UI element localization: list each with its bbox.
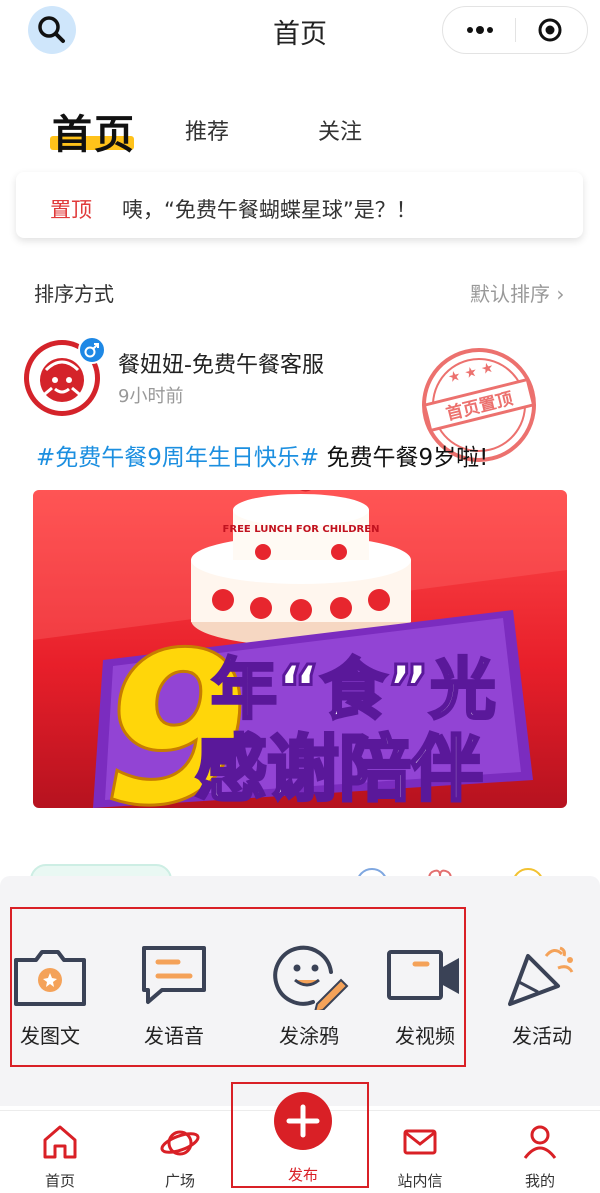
banner-line2: 感谢陪伴 [195,727,483,808]
post-time: 9小时前 [118,386,184,407]
post-content[interactable]: #免费午餐9周年生日快乐# 免费午餐9岁啦! [36,438,488,472]
nav-item-inbox[interactable]: 站内信 [375,1122,465,1191]
highlight-frame-actions [10,907,466,1067]
post-image[interactable]: FREE LUNCH FOR CHILDREN 9 年“食”光 感谢陪伴 [33,490,567,808]
nav-label: 站内信 [397,1172,443,1190]
highlight-frame-publish [231,1082,369,1188]
mail-icon [403,1129,437,1155]
banner-line1: 年“食”光 [211,651,496,728]
nav-item-mine[interactable]: 我的 [495,1122,585,1191]
pinned-post[interactable]: 置顶 咦，“免费午餐蝴蝶星球”是？！ [16,172,583,238]
nav-label: 我的 [524,1172,555,1190]
svg-text:★ ★ ★: ★ ★ ★ [446,360,495,387]
sort-dropdown[interactable]: 默认排序 › [470,278,564,307]
close-mini-program-icon[interactable] [537,17,563,43]
nav-label: 广场 [164,1172,195,1190]
post-author[interactable]: 餐妞妞-免费午餐客服 [118,347,324,379]
sort-label: 排序方式 [34,282,114,306]
tab-recommend[interactable]: 推荐 [185,114,229,146]
male-badge-icon [78,336,106,364]
tab-home[interactable]: 首页 [52,102,136,160]
home-icon [43,1125,77,1159]
mini-program-capsule [442,6,588,54]
pinned-tag: 置顶 [50,198,92,222]
post-hashtag[interactable]: #免费午餐9周年生日快乐# [36,445,319,471]
planet-icon [160,1130,200,1156]
tab-follow[interactable]: 关注 [318,114,362,146]
action-label: 发活动 [512,1024,572,1048]
nav-label: 首页 [44,1172,75,1190]
party-popper-icon [508,946,574,1006]
more-icon[interactable] [465,20,495,40]
pinned-title: 咦，“免费午餐蝴蝶星球”是？！ [122,198,417,222]
nav-item-plaza[interactable]: 广场 [135,1122,225,1191]
banner-top-line: FREE LUNCH FOR CHILDREN [223,524,380,535]
post-text: 免费午餐9岁啦! [319,445,489,471]
nav-item-home[interactable]: 首页 [15,1122,105,1191]
user-icon [523,1125,557,1159]
action-post-event[interactable]: 发活动 [494,942,590,1049]
